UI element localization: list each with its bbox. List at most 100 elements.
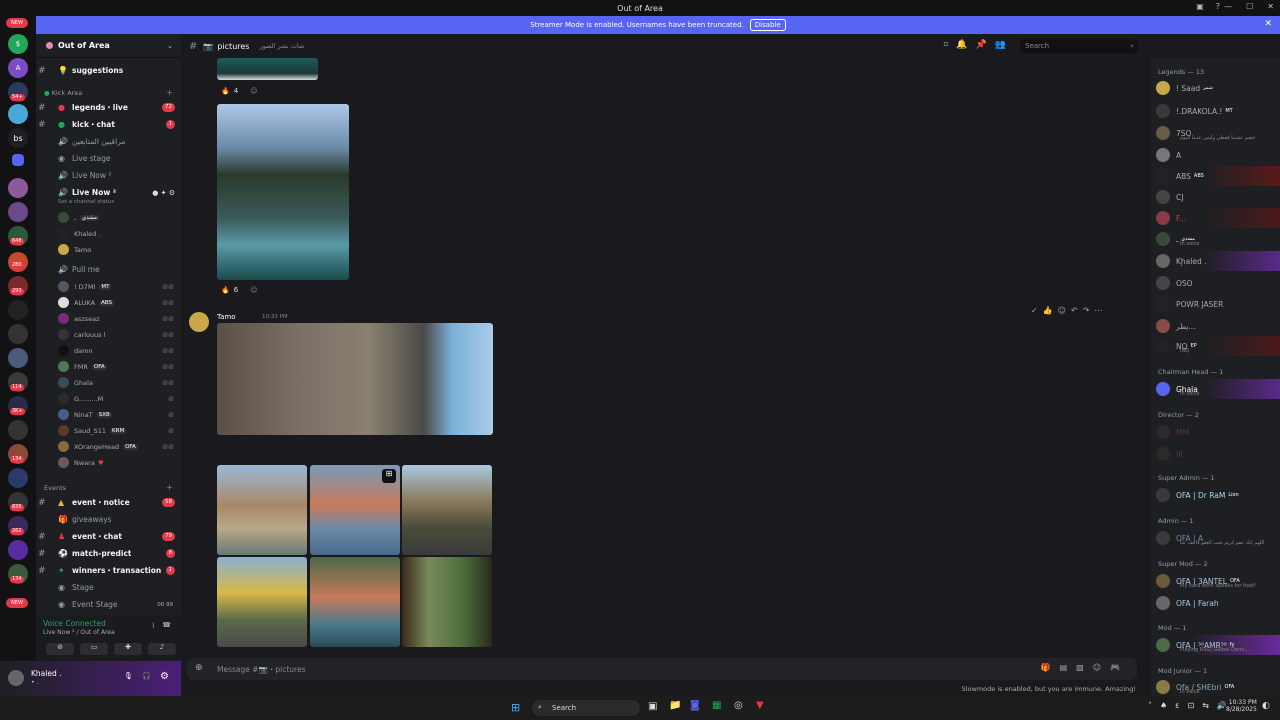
- help-icon[interactable]: ?: [1216, 2, 1220, 11]
- reaction-fire[interactable]: 🔥 6 ☺: [221, 286, 258, 294]
- voice-user[interactable]: Tamo: [58, 242, 178, 257]
- browser-app-icon[interactable]: ▼: [756, 700, 764, 711]
- avatar[interactable]: [189, 312, 209, 332]
- camera-off-button[interactable]: ⊘: [46, 643, 74, 655]
- headphones-icon[interactable]: 🎧: [142, 672, 151, 680]
- member-item[interactable]: Ofa / SHEbri OFA In voice: [1154, 677, 1280, 696]
- channel-pull-me[interactable]: 🔊 Pull me: [36, 262, 181, 277]
- server-icon-19[interactable]: [8, 540, 28, 560]
- category-kick-area[interactable]: ● Kick Area: [44, 89, 82, 97]
- member-item[interactable]: OFA | ³⁶AMR³⁶ fy Playing RSG| Global Domi.…: [1154, 635, 1280, 655]
- voice-user[interactable]: G.........M ⊘: [58, 391, 178, 406]
- message-actions-icons[interactable]: ✓👍☺↶↷⋯: [1031, 306, 1107, 315]
- add-attachment-icon[interactable]: ⊕: [195, 663, 203, 673]
- image-attachment[interactable]: [217, 58, 318, 80]
- message-author[interactable]: Tamo: [217, 313, 236, 321]
- maximize-button[interactable]: ☐: [1246, 2, 1253, 11]
- disable-streamer-button[interactable]: Disable: [749, 19, 786, 31]
- close-window-button[interactable]: ✕: [1267, 2, 1274, 11]
- channel-match-predict[interactable]: # ⚽ match-predict 8: [36, 546, 181, 561]
- server-icon-3[interactable]: [8, 104, 28, 124]
- clock[interactable]: 10:33 PM 8/28/2025: [1226, 699, 1257, 713]
- task-view-icon[interactable]: ▣: [648, 701, 657, 712]
- search-input[interactable]: Search ⌕: [1020, 39, 1138, 53]
- member-item[interactable]: ـ مشدي In voice: [1154, 229, 1280, 249]
- channel-event-chat[interactable]: # ♟ event・chat 79: [36, 529, 181, 544]
- reaction-fire[interactable]: 🔥 4 ☺: [221, 87, 258, 95]
- set-status-text[interactable]: Set a channel status: [58, 199, 114, 205]
- member-item[interactable]: ! Saad شمر: [1154, 78, 1280, 98]
- member-item[interactable]: !.DRAKOLA.! MT: [1154, 101, 1280, 121]
- channel-winners[interactable]: # ✦ winners・transaction 1: [36, 563, 181, 578]
- voice-user[interactable]: carlouus l ⊘⊘: [58, 327, 178, 342]
- image-attachment[interactable]: [217, 104, 349, 280]
- voice-connected-sub[interactable]: Live Now ² / Out of Area: [43, 629, 115, 636]
- image-attachment[interactable]: [217, 323, 493, 435]
- member-item[interactable]: ABS ABS: [1154, 166, 1280, 186]
- voice-user[interactable]: ALUKA ABS ⊘⊘: [58, 295, 178, 310]
- chevron-down-icon[interactable]: ⌄: [167, 42, 173, 50]
- channel-legends-live[interactable]: # ● legends・live 72: [36, 100, 181, 115]
- member-item[interactable]: A: [1154, 145, 1280, 165]
- server-icon-10[interactable]: [8, 324, 28, 344]
- member-item[interactable]: MM: [1154, 422, 1280, 442]
- soundboard-button[interactable]: ♪: [148, 643, 176, 655]
- channel-live-now-1[interactable]: 🔊 Live Now ²: [36, 168, 181, 183]
- disconnect-icon[interactable]: ☎: [162, 621, 171, 629]
- screen-share-button[interactable]: ▭: [80, 643, 108, 655]
- message-input[interactable]: ⊕ Message #📷・pictures 🎁▤▧☺🎮: [187, 658, 1137, 680]
- channel-suggestions[interactable]: # 💡 suggestions: [36, 63, 181, 78]
- image-attachment[interactable]: [217, 465, 307, 555]
- voice-connected-title[interactable]: Voice Connected: [43, 619, 106, 628]
- member-item[interactable]: III: [1154, 444, 1280, 464]
- add-reaction-icon[interactable]: ☺: [250, 87, 257, 95]
- server-icon-16[interactable]: [8, 468, 28, 488]
- xbox-app-icon[interactable]: ◎: [734, 700, 743, 711]
- member-item[interactable]: 7SO خصم عشما فقطي وليس عدما اليوم: [1154, 123, 1280, 143]
- member-item[interactable]: يطر...: [1154, 316, 1280, 336]
- server-icon-1[interactable]: A: [8, 58, 28, 78]
- server-dollar-icon[interactable]: $: [8, 34, 28, 54]
- member-item[interactable]: F...: [1154, 208, 1280, 228]
- add-channel-icon[interactable]: +: [166, 88, 173, 97]
- gallery-icon[interactable]: ⊞: [382, 469, 396, 483]
- folder-icon[interactable]: [12, 154, 24, 166]
- channel-topic[interactable]: شات نشر الصور: [259, 42, 304, 50]
- voice-user[interactable]: damn ⊘⊘: [58, 343, 178, 358]
- server-icon-11[interactable]: [8, 348, 28, 368]
- avatar[interactable]: [8, 670, 24, 686]
- voice-user[interactable]: ! D7MI MT ⊘⊘: [58, 279, 178, 294]
- channel-arabic[interactable]: 🔊 مراقبين المتابعين: [36, 134, 181, 149]
- inbox-icon[interactable]: ▣: [1196, 2, 1204, 11]
- member-item[interactable]: OFA | Dr RaM Lion: [1154, 485, 1280, 505]
- voice-user[interactable]: aszseaz ⊘⊘: [58, 311, 178, 326]
- channel-stage[interactable]: ◉ Stage: [36, 580, 181, 595]
- voice-user[interactable]: NinaT SXB ⊘: [58, 407, 178, 422]
- channel-event-notice[interactable]: # ▲ event・notice 58: [36, 495, 181, 510]
- activity-button[interactable]: ✚: [114, 643, 142, 655]
- composer-toolbar-icons[interactable]: 🎁▤▧☺🎮: [1041, 663, 1129, 672]
- voice-user[interactable]: XOrangeHead OFA ⊘⊘: [58, 439, 178, 454]
- server-icon-5[interactable]: [8, 202, 28, 222]
- noise-suppression-icon[interactable]: ⌇: [152, 622, 155, 630]
- voice-user[interactable]: Saud_S11 KRM ⊘: [58, 423, 178, 438]
- image-attachment[interactable]: [402, 465, 492, 555]
- member-item[interactable]: Khaled . • .: [1154, 251, 1280, 271]
- member-item[interactable]: Ghala In voice: [1154, 379, 1280, 399]
- member-item[interactable]: OFA | A اللهم انك عفو كريم تحب العفو فاعف…: [1154, 528, 1280, 548]
- microphone-icon[interactable]: 🎙: [124, 672, 133, 680]
- voice-user[interactable]: Nwara ♥: [58, 455, 178, 470]
- channel-actions-icon[interactable]: ● ✦ ⚙: [152, 189, 175, 197]
- start-button-icon[interactable]: ⊞: [511, 701, 520, 714]
- voice-user[interactable]: ـ مشدي: [58, 210, 178, 225]
- member-item[interactable]: OFA | Farah: [1154, 593, 1280, 613]
- taskbar-search[interactable]: ⌕ Search: [532, 700, 640, 716]
- image-attachment[interactable]: [217, 557, 307, 647]
- minimize-button[interactable]: —: [1224, 2, 1232, 11]
- add-reaction-icon[interactable]: ☺: [250, 286, 257, 294]
- excel-app-icon[interactable]: ▦: [712, 700, 721, 711]
- add-channel-icon[interactable]: +: [166, 483, 173, 492]
- close-banner-icon[interactable]: ✕: [1264, 19, 1272, 29]
- dm-folder[interactable]: bs: [8, 128, 28, 148]
- server-header[interactable]: Out of Area ⌄: [36, 34, 181, 58]
